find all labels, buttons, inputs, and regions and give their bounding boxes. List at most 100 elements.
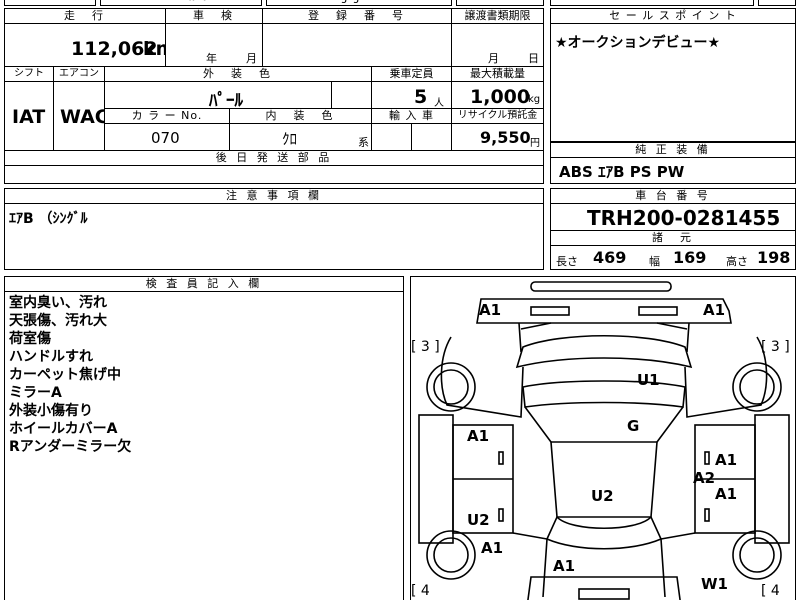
top-partial-text-2: ｊｊ xyxy=(339,0,363,4)
exterior-color-extra-cell xyxy=(331,81,372,109)
diagram-label-a1-top-right: A1 xyxy=(703,301,726,319)
length-label: 長さ xyxy=(556,255,578,268)
diagram-bracket-right: [ 3 ] xyxy=(761,339,790,355)
sales-point-section: セ ー ル ス ポ イ ン ト ★オークションデビュー★ xyxy=(550,8,796,142)
max-load-unit: kg xyxy=(528,94,541,105)
chassis-section: 車 台 番 号 TRH200-0281455 諸 元 長さ 469 幅 169 … xyxy=(550,188,796,270)
max-load-header: 最大積載量 xyxy=(451,66,544,82)
transfer-month-label: 月 xyxy=(488,52,499,65)
main-info-table: 走 行 車 検 登 録 番 号 譲渡書類期限 112,062 km 年 月 月 … xyxy=(4,8,544,184)
recycle-unit: 円 xyxy=(530,138,540,149)
registration-cell xyxy=(262,23,452,67)
notes-section: 注 意 事 項 欄 ｴｱB （ｼﾝｸﾞﾙ xyxy=(4,188,544,270)
recycle-cell: 9,550 円 xyxy=(451,123,544,151)
diagram-label-g: G xyxy=(627,417,640,435)
shift-value: IAT xyxy=(12,106,46,128)
transfer-deadline-cell: 月 日 xyxy=(451,23,544,67)
inspector-line: 室内臭い、汚れ xyxy=(9,295,107,311)
transfer-deadline-header: 譲渡書類期限 xyxy=(451,8,544,24)
diagram-label-a1-left-mid: A1 xyxy=(467,427,490,445)
inspection-header: 車 検 xyxy=(165,8,263,24)
max-load-cell: 1,000 kg xyxy=(451,81,544,109)
capacity-unit: 人 xyxy=(434,98,444,109)
chassis-header: 車 台 番 号 xyxy=(550,188,796,204)
capacity-cell: 5 人 xyxy=(371,81,452,109)
spec-body: 長さ 469 幅 169 高さ 198 xyxy=(550,245,796,270)
diagram-label-u2-center: U2 xyxy=(591,487,614,505)
inspector-line: 荷室傷 xyxy=(9,331,51,347)
registration-header: 登 録 番 号 xyxy=(262,8,452,24)
aircon-cell: WAC xyxy=(53,81,109,151)
inspection-cell: 年 月 xyxy=(165,23,263,67)
length-value: 469 xyxy=(593,248,627,267)
exterior-color-header: 外 装 色 xyxy=(104,66,372,82)
diagram-label-a1-right-2: A1 xyxy=(715,485,738,503)
shift-cell: IAT xyxy=(4,81,54,151)
diagram-label-w1: W1 xyxy=(701,575,728,593)
damage-diagram: A1 A1 [ 3 ] [ 3 ] U1 G A1 A1 A2 A1 U2 U2… xyxy=(410,276,796,600)
mileage-header: 走 行 xyxy=(4,8,166,24)
diagram-bracket-left: [ 3 ] xyxy=(411,339,440,355)
top-partial-text-1: ａ４ xyxy=(185,0,209,4)
spec-header: 諸 元 xyxy=(550,230,796,246)
shift-header: シフト xyxy=(4,66,54,82)
chassis-number: TRH200-0281455 xyxy=(587,206,781,230)
recycle-header: リサイクル預託金 xyxy=(451,108,544,124)
color-no-cell: 070 xyxy=(104,123,230,151)
width-label: 幅 xyxy=(649,255,660,268)
height-value: 198 xyxy=(757,248,791,267)
inspection-month-label: 月 xyxy=(246,52,257,65)
sales-point-text: ★オークションデビュー★ xyxy=(555,35,721,51)
capacity-header: 乗車定員 xyxy=(371,66,452,82)
import-header: 輸 入 車 xyxy=(371,108,452,124)
recycle-value: 9,550 xyxy=(480,128,531,147)
diagram-label-u2-left: U2 xyxy=(467,511,490,529)
interior-color-header: 内 装 色 xyxy=(229,108,372,124)
diagram-label-u1: U1 xyxy=(637,371,660,389)
inspector-line: 外装小傷有り xyxy=(9,403,93,419)
exterior-color-cell: ﾊﾟｰﾙ xyxy=(104,81,332,111)
genuine-equipment-body: ABS ｴｱB PS PW xyxy=(550,157,796,184)
aircon-header: エアコン xyxy=(53,66,105,82)
later-parts-cell xyxy=(4,165,544,184)
notes-body: ｴｱB （ｼﾝｸﾞﾙ xyxy=(4,203,544,270)
interior-color-suffix: 系 xyxy=(358,136,369,149)
genuine-equipment-section: 純 正 装 備 ABS ｴｱB PS PW xyxy=(550,142,796,184)
inspector-header: 検 査 員 記 入 欄 xyxy=(4,276,404,292)
diagram-bracket-bottom-left: [ 4 xyxy=(411,583,430,599)
capacity-value: 5 xyxy=(414,86,428,108)
color-no-value: 070 xyxy=(151,129,180,147)
diagram-label-a1-top-left: A1 xyxy=(479,301,502,319)
interior-color-cell: ｸﾛ 系 xyxy=(229,123,372,151)
inspector-line: ハンドルすれ xyxy=(9,349,93,365)
sales-point-header: セ ー ル ス ポ イ ン ト xyxy=(550,8,796,24)
notes-header: 注 意 事 項 欄 xyxy=(4,188,544,204)
inspector-line: カーペット焦げ中 xyxy=(9,367,121,383)
top-strip: ａ４ ｊｊ xyxy=(0,0,800,6)
transfer-day-label: 日 xyxy=(528,52,539,65)
chassis-body: TRH200-0281455 xyxy=(550,203,796,231)
genuine-equipment-text: ABS ｴｱB PS PW xyxy=(559,163,685,181)
inspector-line: 天張傷、汚れ大 xyxy=(9,313,107,329)
inspection-year-label: 年 xyxy=(206,52,217,65)
diagram-label-a1-right-1: A1 xyxy=(715,451,738,469)
mileage-cell: 112,062 km xyxy=(4,23,175,67)
import-cell-left xyxy=(371,123,412,151)
genuine-equipment-header: 純 正 装 備 xyxy=(550,142,796,158)
height-label: 高さ xyxy=(726,255,748,268)
inspector-section: 検 査 員 記 入 欄 室内臭い、汚れ 天張傷、汚れ大 荷室傷 ハンドルすれ カ… xyxy=(4,276,404,600)
inspector-line: ミラーA xyxy=(9,385,62,401)
interior-color-value: ｸﾛ xyxy=(282,130,298,148)
width-value: 169 xyxy=(673,248,707,267)
notes-text: ｴｱB （ｼﾝｸﾞﾙ xyxy=(9,211,88,227)
inspector-body: 室内臭い、汚れ 天張傷、汚れ大 荷室傷 ハンドルすれ カーペット焦げ中 ミラーA… xyxy=(4,291,404,600)
color-no-header: カ ラ ー No. xyxy=(104,108,230,124)
aircon-value: WAC xyxy=(60,106,109,128)
diagram-bracket-bottom-right: [ 4 xyxy=(761,583,780,599)
diagram-label-a1-bottom: A1 xyxy=(553,557,576,575)
inspector-line: Rアンダーミラー欠 xyxy=(9,439,132,455)
import-cell-right xyxy=(411,123,452,151)
diagram-label-a1-left-low: A1 xyxy=(481,539,504,557)
inspector-line: ホイールカバーA xyxy=(9,421,118,437)
later-parts-header: 後 日 発 送 部 品 xyxy=(4,150,544,166)
